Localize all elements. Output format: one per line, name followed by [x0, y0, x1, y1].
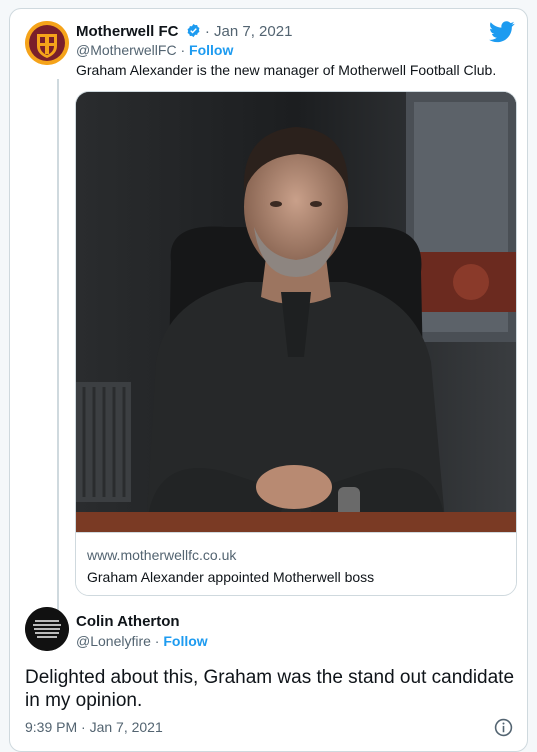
twitter-bird-icon[interactable] — [489, 21, 515, 43]
author-handle[interactable]: @MotherwellFC — [76, 42, 177, 58]
tweet-header: Motherwell FC · Jan 7, 2021 — [76, 23, 292, 40]
author-name[interactable]: Motherwell FC — [76, 23, 179, 40]
reply-timestamp[interactable]: 9:39 PM · Jan 7, 2021 — [25, 719, 163, 735]
link-title: Graham Alexander appointed Motherwell bo… — [87, 569, 375, 585]
tweet-subheader: @MotherwellFC · Follow — [76, 42, 233, 58]
tweet-text: Graham Alexander is the new manager of M… — [76, 62, 497, 78]
manager-photo[interactable] — [76, 92, 516, 532]
photo-illustration — [76, 92, 516, 532]
verified-badge-icon — [187, 23, 200, 38]
reply-text: Delighted about this, Graham was the sta… — [25, 667, 515, 711]
link-domain: www.motherwellfc.co.uk — [87, 547, 237, 563]
reply-author-name[interactable]: Colin Atherton — [76, 613, 180, 630]
separator: · — [176, 42, 190, 58]
link-card[interactable]: www.motherwellfc.co.uk Graham Alexander … — [75, 91, 517, 596]
thread-connector-line — [57, 79, 59, 613]
crest-icon — [25, 21, 69, 65]
tweet-embed-card: Motherwell FC · Jan 7, 2021 @MotherwellF… — [9, 8, 528, 752]
link-preview[interactable]: www.motherwellfc.co.uk Graham Alexander … — [76, 532, 516, 595]
reply-author-handle[interactable]: @Lonelyfire — [76, 633, 151, 649]
separator: · — [204, 23, 215, 40]
reply-subheader: @Lonelyfire · Follow — [76, 633, 208, 649]
info-icon[interactable] — [494, 718, 513, 737]
reply-follow-button[interactable]: Follow — [163, 633, 207, 649]
motherwell-avatar[interactable] — [25, 21, 69, 65]
colin-avatar[interactable] — [25, 607, 69, 651]
follow-button[interactable]: Follow — [189, 42, 233, 58]
separator: · — [150, 633, 164, 649]
text-avatar-icon — [25, 607, 69, 651]
tweet-date[interactable]: Jan 7, 2021 — [214, 23, 292, 40]
